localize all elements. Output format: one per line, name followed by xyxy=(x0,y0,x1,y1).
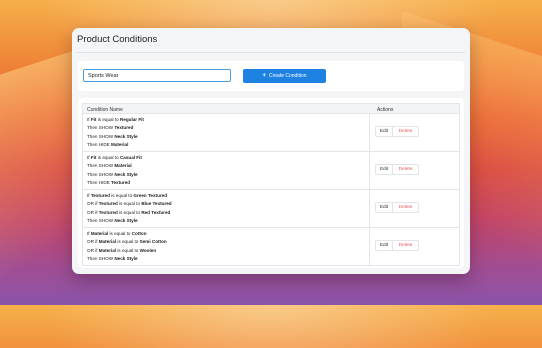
condition-pre: Then SHOW xyxy=(87,163,115,169)
condition-line: If Textured is equal to Green Textured xyxy=(87,192,172,200)
edit-button[interactable]: Edit xyxy=(375,202,393,213)
condition-field: Material xyxy=(90,231,109,236)
condition-value: Blue Textured xyxy=(141,201,172,207)
delete-button[interactable]: Delete xyxy=(393,202,419,213)
condition-line: Then HIDE Textured xyxy=(87,179,142,187)
title-divider xyxy=(77,52,465,53)
condition-pre: Then SHOW xyxy=(87,217,115,223)
condition-value: Casual Fit xyxy=(119,155,142,160)
plus-icon: + xyxy=(262,73,266,79)
table-row: If Textured is equal to Green Textured OR… xyxy=(82,190,460,228)
condition-line: Then SHOW Neck Style xyxy=(87,217,172,225)
condition-line: OR if Material is equal to Semi Cotton xyxy=(87,238,167,246)
condition-rule-text: If Material is equal to Cotton OR if Mate… xyxy=(87,230,167,263)
condition-line: If Fit is equal to Regular Fit xyxy=(87,116,144,124)
table-row: If Material is equal to Cotton OR if Mate… xyxy=(82,228,460,266)
condition-field: Material xyxy=(98,239,117,245)
condition-pre: Then SHOW xyxy=(87,133,115,139)
table-row: If Fit is equal to Regular Fit Then SHOW … xyxy=(82,114,460,152)
condition-line: Then SHOW Neck Style xyxy=(87,255,167,263)
condition-pre: OR if xyxy=(87,247,99,253)
page-title: Product Conditions xyxy=(77,34,158,45)
condition-field: Neck Style xyxy=(114,217,138,223)
condition-mid: is equal to xyxy=(117,201,142,207)
conditions-table: Condition Name Actions If Fit is equal t… xyxy=(78,98,464,268)
condition-field: Textured xyxy=(114,125,134,131)
condition-line: Then SHOW Neck Style xyxy=(87,171,142,179)
condition-line: Then SHOW Material xyxy=(87,162,142,170)
delete-button[interactable]: Delete xyxy=(393,240,419,251)
condition-field: Textured xyxy=(111,179,131,185)
condition-field: Textured xyxy=(98,209,118,215)
condition-value: Semi Cotton xyxy=(139,239,167,245)
condition-field: Textured xyxy=(90,193,110,198)
table-header: Condition Name Actions xyxy=(82,103,460,114)
column-divider xyxy=(369,228,370,265)
condition-rule-text: If Fit is equal to Regular Fit Then SHOW … xyxy=(87,116,144,149)
condition-value: Cotton xyxy=(131,231,147,236)
condition-mid: is equal to xyxy=(117,209,142,215)
condition-value: Red Textured xyxy=(141,209,171,215)
condition-line: OR if Material is equal to Woolen xyxy=(87,247,167,255)
column-divider xyxy=(369,114,370,151)
condition-mid: is equal to xyxy=(108,231,132,236)
condition-field: Neck Style xyxy=(114,255,138,261)
condition-pre: OR if xyxy=(87,209,99,215)
column-header-actions: Actions xyxy=(377,106,394,113)
condition-pre: OR if xyxy=(87,239,99,245)
delete-button[interactable]: Delete xyxy=(393,126,419,137)
condition-line: Then SHOW Neck Style xyxy=(87,133,144,141)
condition-field: Textured xyxy=(98,201,118,207)
condition-field: Material xyxy=(111,141,129,147)
condition-field: Material xyxy=(114,163,132,169)
condition-pre: Then SHOW xyxy=(87,171,115,177)
condition-line: OR if Textured is equal to Red Textured xyxy=(87,209,172,217)
condition-rule-text: If Textured is equal to Green Textured OR… xyxy=(87,192,172,225)
condition-field: Material xyxy=(98,247,117,253)
table-row: If Fit is equal to Casual Fit Then SHOW M… xyxy=(82,152,460,190)
condition-mid: is equal to xyxy=(116,239,140,245)
edit-button[interactable]: Edit xyxy=(375,126,393,137)
condition-form: + Create Condition xyxy=(78,61,464,91)
condition-mid: is equal to xyxy=(96,155,120,160)
condition-line: Then SHOW Textured xyxy=(87,124,144,132)
condition-name-input[interactable] xyxy=(83,69,231,82)
condition-pre: OR if xyxy=(87,201,99,207)
condition-line: OR if Textured is equal to Blue Textured xyxy=(87,200,172,208)
column-divider xyxy=(369,190,370,227)
column-divider xyxy=(369,152,370,189)
condition-pre: Then SHOW xyxy=(87,125,115,131)
column-header-condition-name: Condition Name xyxy=(87,106,123,113)
edit-button[interactable]: Edit xyxy=(375,240,393,251)
delete-button[interactable]: Delete xyxy=(393,164,419,175)
condition-line: Then HIDE Material xyxy=(87,141,144,149)
condition-value: Regular Fit xyxy=(119,117,144,122)
condition-value: Woolen xyxy=(139,247,157,253)
condition-line: If Fit is equal to Casual Fit xyxy=(87,154,142,162)
condition-pre: Then SHOW xyxy=(87,255,115,261)
condition-mid: is equal to xyxy=(116,247,140,253)
create-condition-button[interactable]: + Create Condition xyxy=(243,69,326,83)
condition-field: Neck Style xyxy=(114,133,138,139)
condition-pre: Then HIDE xyxy=(87,179,111,185)
condition-value: Green Textured xyxy=(133,193,168,198)
create-condition-label: Create Condition xyxy=(268,73,307,79)
edit-button[interactable]: Edit xyxy=(375,164,393,175)
app-window: Product Conditions + Create Condition Co… xyxy=(72,28,470,274)
condition-pre: Then HIDE xyxy=(87,141,111,147)
condition-line: If Material is equal to Cotton xyxy=(87,230,167,238)
condition-field: Neck Style xyxy=(114,171,138,177)
condition-mid: is equal to xyxy=(96,117,120,122)
condition-mid: is equal to xyxy=(109,193,134,198)
condition-rule-text: If Fit is equal to Casual Fit Then SHOW M… xyxy=(87,154,142,187)
